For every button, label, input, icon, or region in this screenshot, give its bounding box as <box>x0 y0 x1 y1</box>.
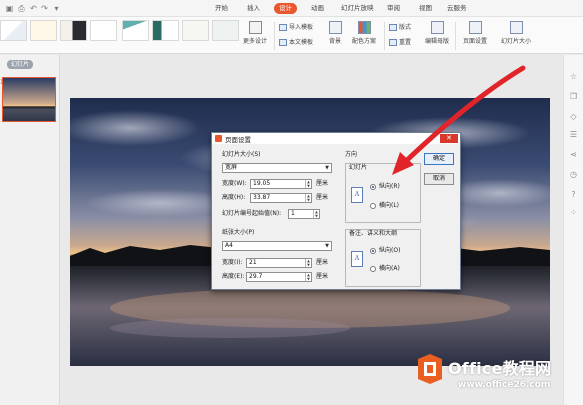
watermark-url: www.office26.com <box>458 380 551 390</box>
annotation-arrow <box>392 65 526 175</box>
watermark-brand: Office教程网 <box>448 359 552 378</box>
office-logo <box>418 354 442 384</box>
